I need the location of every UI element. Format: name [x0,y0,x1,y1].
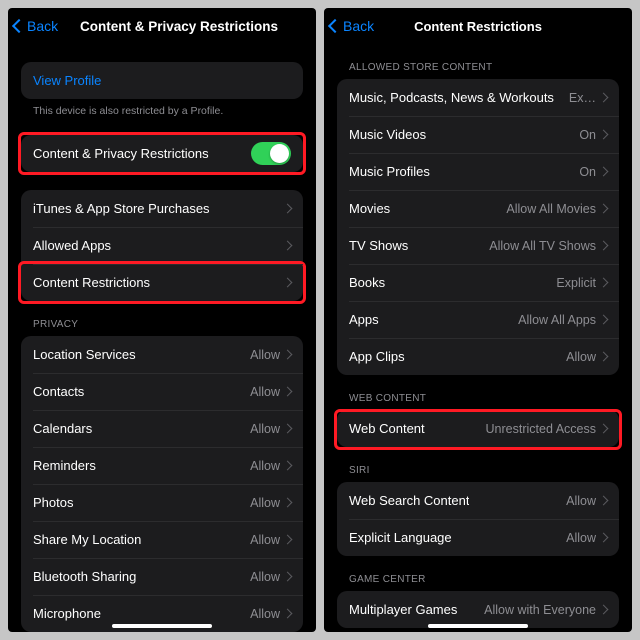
contacts-row[interactable]: ContactsAllow [21,373,303,410]
main-toggle-group: Content & Privacy Restrictions [21,135,303,172]
screen-content-restrictions: Back Content Restrictions ALLOWED STORE … [324,8,632,632]
home-indicator[interactable] [112,624,212,628]
game-center-group: GAME CENTER Multiplayer GamesAllow with … [337,574,619,628]
music-profiles-row[interactable]: Music ProfilesOn [337,153,619,190]
chevron-right-icon [599,605,609,615]
photos-row[interactable]: PhotosAllow [21,484,303,521]
content-scroll[interactable]: View Profile This device is also restric… [8,44,316,632]
content-restrictions-row[interactable]: Content Restrictions [21,264,303,301]
chevron-right-icon [599,315,609,325]
chevron-right-icon [283,204,293,214]
gc-header: GAME CENTER [337,574,619,591]
chevron-right-icon [283,461,293,471]
share-location-row[interactable]: Share My LocationAllow [21,521,303,558]
chevron-right-icon [283,241,293,251]
explicit-language-row[interactable]: Explicit LanguageAllow [337,519,619,556]
apps-row[interactable]: AppsAllow All Apps [337,301,619,338]
chevron-right-icon [283,609,293,619]
reminders-row[interactable]: RemindersAllow [21,447,303,484]
content-privacy-toggle-row[interactable]: Content & Privacy Restrictions [21,135,303,172]
chevron-right-icon [599,167,609,177]
calendars-row[interactable]: CalendarsAllow [21,410,303,447]
chevron-right-icon [599,204,609,214]
multiplayer-games-row[interactable]: Multiplayer GamesAllow with Everyone [337,591,619,628]
toggle-label: Content & Privacy Restrictions [33,146,209,161]
chevron-right-icon [283,498,293,508]
nav-bar: Back Content & Privacy Restrictions [8,8,316,44]
music-podcasts-row[interactable]: Music, Podcasts, News & WorkoutsEx… [337,79,619,116]
itunes-purchases-row[interactable]: iTunes & App Store Purchases [21,190,303,227]
web-search-row[interactable]: Web Search ContentAllow [337,482,619,519]
screen-content-privacy: Back Content & Privacy Restrictions View… [8,8,316,632]
nav-bar: Back Content Restrictions [324,8,632,44]
content-scroll[interactable]: ALLOWED STORE CONTENT Music, Podcasts, N… [324,44,632,632]
privacy-header: PRIVACY [21,319,303,336]
siri-header: SIRI [337,465,619,482]
allowed-apps-row[interactable]: Allowed Apps [21,227,303,264]
web-header: WEB CONTENT [337,393,619,410]
restrictions-group: iTunes & App Store Purchases Allowed App… [21,190,303,301]
chevron-right-icon [283,572,293,582]
tv-shows-row[interactable]: TV ShowsAllow All TV Shows [337,227,619,264]
location-services-row[interactable]: Location ServicesAllow [21,336,303,373]
chevron-right-icon [599,130,609,140]
toggle-switch-on[interactable] [251,142,291,165]
chevron-right-icon [283,387,293,397]
chevron-left-icon [12,19,26,33]
chevron-left-icon [328,19,342,33]
store-content-group: ALLOWED STORE CONTENT Music, Podcasts, N… [337,62,619,375]
store-header: ALLOWED STORE CONTENT [337,62,619,79]
privacy-group: PRIVACY Location ServicesAllow ContactsA… [21,319,303,632]
profile-note: This device is also restricted by a Prof… [21,99,303,117]
home-indicator[interactable] [428,624,528,628]
siri-group: SIRI Web Search ContentAllow Explicit La… [337,465,619,556]
chevron-right-icon [599,496,609,506]
web-content-row[interactable]: Web ContentUnrestricted Access [337,410,619,447]
web-content-group: WEB CONTENT Web ContentUnrestricted Acce… [337,393,619,447]
chevron-right-icon [283,350,293,360]
chevron-right-icon [283,535,293,545]
chevron-right-icon [599,533,609,543]
view-profile-label: View Profile [33,73,101,88]
chevron-right-icon [283,424,293,434]
profile-group: View Profile This device is also restric… [21,62,303,117]
back-label: Back [343,18,374,34]
chevron-right-icon [599,241,609,251]
books-row[interactable]: BooksExplicit [337,264,619,301]
back-label: Back [27,18,58,34]
music-videos-row[interactable]: Music VideosOn [337,116,619,153]
chevron-right-icon [599,424,609,434]
view-profile-row[interactable]: View Profile [21,62,303,99]
chevron-right-icon [283,278,293,288]
chevron-right-icon [599,93,609,103]
back-button[interactable]: Back [330,18,374,34]
app-clips-row[interactable]: App ClipsAllow [337,338,619,375]
bluetooth-sharing-row[interactable]: Bluetooth SharingAllow [21,558,303,595]
chevron-right-icon [599,278,609,288]
chevron-right-icon [599,352,609,362]
back-button[interactable]: Back [14,18,58,34]
movies-row[interactable]: MoviesAllow All Movies [337,190,619,227]
